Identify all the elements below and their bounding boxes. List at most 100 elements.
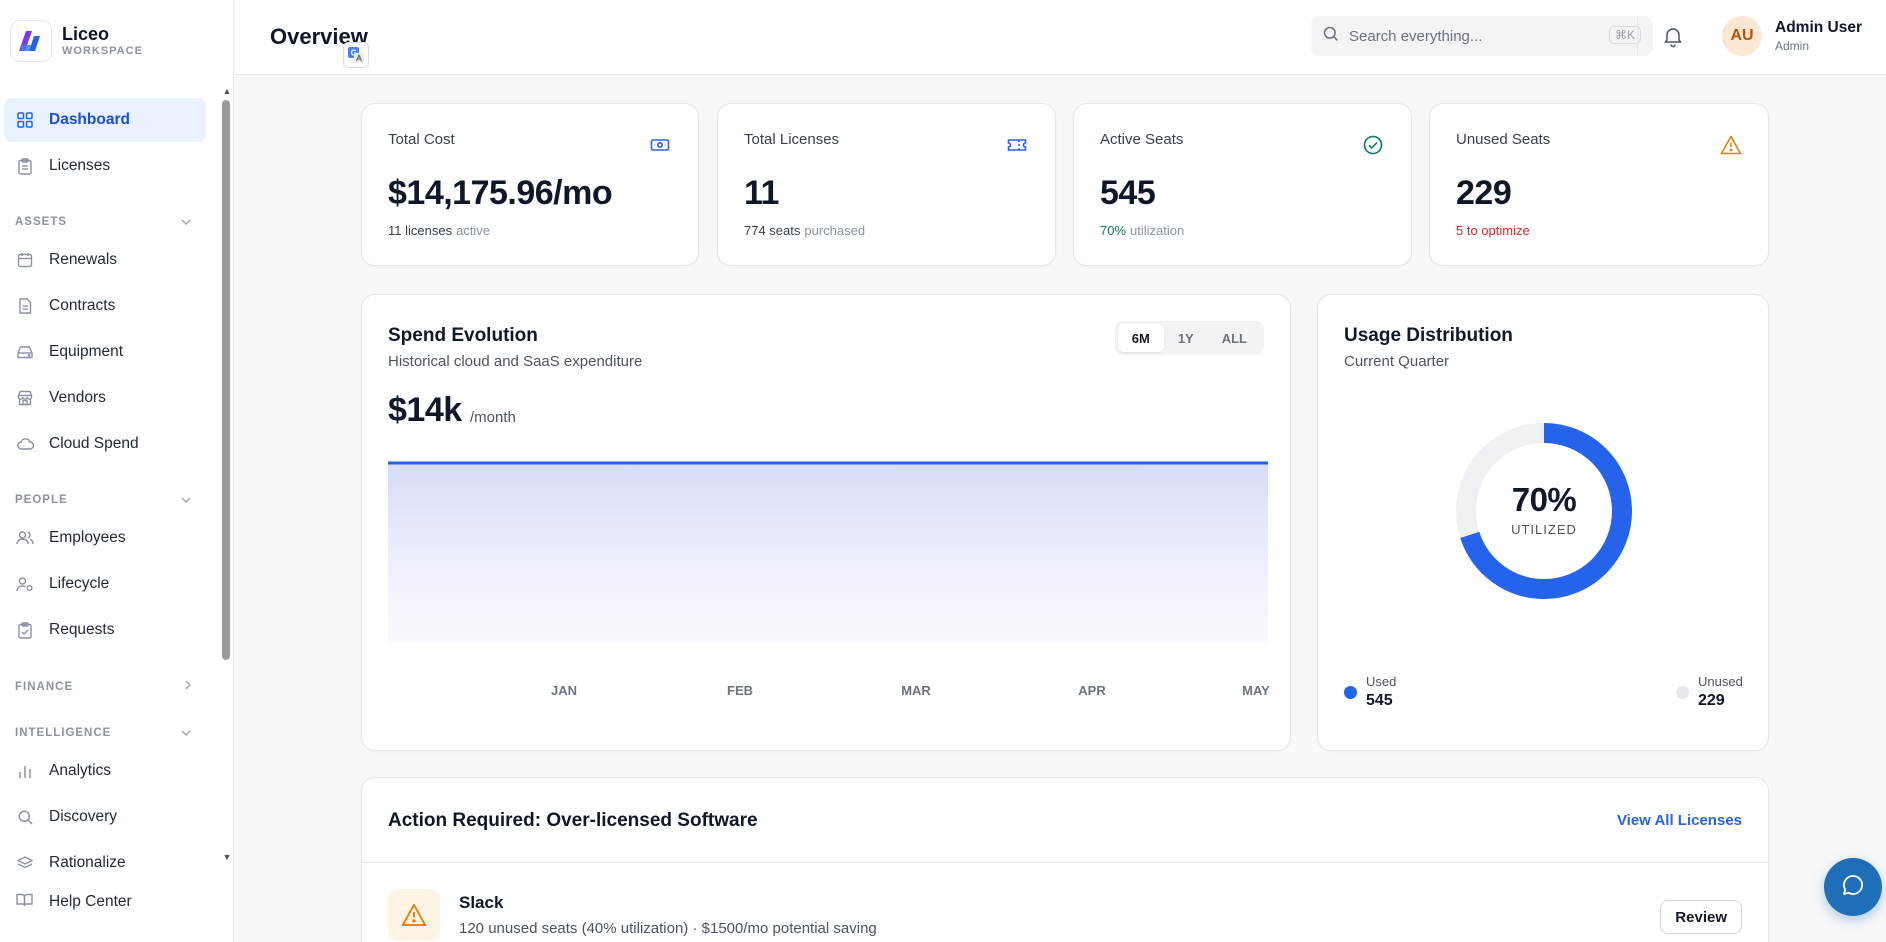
panel-subtitle: Current Quarter [1344, 353, 1450, 370]
stat-subtext: 5 to optimize [1456, 223, 1530, 238]
banknote-icon [650, 135, 670, 155]
stat-sub-alert: 5 to optimize [1456, 223, 1530, 238]
sidebar-item-label: Analytics [49, 762, 112, 779]
x-tick-label: MAR [901, 683, 931, 698]
stat-label: Total Cost [388, 131, 455, 148]
panel-subtitle: Historical cloud and SaaS expenditure [388, 353, 643, 370]
legend-unused-label: Unused [1698, 674, 1743, 689]
x-tick-label: JAN [551, 683, 577, 698]
stat-label: Active Seats [1100, 131, 1184, 148]
search-icon [16, 808, 34, 826]
stat-value: $14,175.96/mo [388, 174, 613, 212]
users-icon [16, 529, 34, 547]
sidebar-item-licenses[interactable]: Licenses [4, 144, 206, 188]
sidebar-item-discovery[interactable]: Discovery [4, 795, 206, 839]
legend-used-value: 545 [1366, 692, 1393, 709]
stat-subtext: 11 licenses active [388, 223, 490, 238]
panel-title: Action Required: Over-licensed Software [388, 810, 758, 831]
sidebar-item-equipment[interactable]: Equipment [4, 330, 206, 374]
brand-logo [10, 20, 52, 62]
stat-label: Unused Seats [1456, 131, 1551, 148]
calendar-icon [16, 251, 34, 269]
section-intelligence[interactable]: INTELLIGENCE [15, 727, 191, 739]
spend-evolution-card: Spend Evolution Historical cloud and Saa… [361, 294, 1291, 751]
translate-icon[interactable]: G [343, 42, 369, 68]
store-icon [16, 389, 34, 407]
sidebar-item-employees[interactable]: Employees [4, 516, 206, 560]
help-center-link[interactable]: Help Center [4, 880, 132, 924]
legend-unused-value: 229 [1698, 692, 1725, 709]
search-input[interactable] [1349, 27, 1569, 45]
spend-area-chart: JAN FEB MAR APR MAY [388, 461, 1270, 698]
user-role: Admin [1775, 39, 1810, 53]
chat-support-button[interactable] [1824, 858, 1882, 916]
sidebar-item-requests[interactable]: Requests [4, 608, 206, 652]
alert-triangle-icon [388, 889, 440, 941]
clipboard-icon [16, 157, 34, 175]
sidebar-item-label: Requests [49, 621, 115, 638]
legend-unused-dot [1676, 686, 1689, 699]
range-all-button[interactable]: ALL [1208, 324, 1261, 352]
brand[interactable]: Liceo WORKSPACE [10, 20, 143, 62]
stat-sub-strong: 11 licenses [388, 223, 453, 238]
sidebar-item-cloud-spend[interactable]: Cloud Spend [4, 422, 206, 466]
sidebar-item-renewals[interactable]: Renewals [4, 238, 206, 282]
range-6m-button[interactable]: 6M [1117, 324, 1164, 352]
brand-name: Liceo [62, 24, 110, 44]
section-label: INTELLIGENCE [15, 727, 112, 739]
stat-value: 229 [1456, 174, 1512, 212]
sidebar-item-contracts[interactable]: Contracts [4, 284, 206, 328]
sidebar-item-rationalize[interactable]: Rationalize [4, 841, 206, 870]
sidebar-item-lifecycle[interactable]: Lifecycle [4, 562, 206, 606]
chevron-down-icon [181, 494, 191, 506]
avatar[interactable]: AU [1722, 16, 1762, 56]
sidebar-scrollbar-thumb[interactable] [222, 100, 230, 660]
stat-card-total-cost: Total Cost $14,175.96/mo 11 licenses acti… [361, 103, 699, 266]
section-label: FINANCE [15, 680, 74, 693]
user-name[interactable]: Admin User [1775, 19, 1862, 37]
section-people[interactable]: PEOPLE [15, 494, 191, 506]
check-circle-icon [1363, 135, 1383, 155]
panel-title: Spend Evolution [388, 325, 538, 346]
clipboard-check-icon [16, 621, 34, 639]
sidebar-item-analytics[interactable]: Analytics [4, 749, 206, 793]
cloud-icon [16, 435, 34, 453]
scrollbar-up-arrow[interactable]: ▲ [222, 86, 232, 96]
software-name: Slack [459, 893, 504, 912]
spend-amount: $14k [388, 391, 462, 429]
layers-icon [16, 854, 34, 870]
spend-unit: /month [470, 409, 516, 426]
stat-sub-muted: purchased [804, 223, 866, 238]
review-button[interactable]: Review [1660, 900, 1742, 934]
stat-subtext: 774 seats purchased [744, 223, 865, 238]
section-assets[interactable]: ASSETS [15, 216, 191, 228]
document-icon [16, 297, 34, 315]
sidebar-item-dashboard[interactable]: Dashboard [4, 98, 206, 142]
section-label: PEOPLE [15, 494, 68, 506]
sidebar-item-vendors[interactable]: Vendors [4, 376, 206, 420]
help-center-label: Help Center [49, 893, 132, 910]
sidebar-item-label: Discovery [49, 808, 118, 825]
x-tick-label: APR [1078, 683, 1106, 698]
search-bar[interactable]: ⌘K [1311, 16, 1653, 56]
x-tick-label: MAY [1242, 683, 1270, 698]
stat-label: Total Licenses [744, 131, 840, 148]
stat-card-unused-seats: Unused Seats 229 5 to optimize [1429, 103, 1769, 266]
usage-distribution-card: Usage Distribution Current Quarter 70% U… [1317, 294, 1769, 751]
hard-drive-icon [16, 343, 34, 361]
section-finance[interactable]: FINANCE [15, 680, 191, 693]
stat-subtext: 70% utilization [1100, 223, 1184, 238]
bell-icon[interactable] [1661, 24, 1685, 48]
stat-sub-strong: 774 seats [744, 223, 801, 238]
sidebar-item-label: Vendors [49, 389, 106, 406]
sidebar-item-label: Employees [49, 529, 126, 546]
sidebar-item-label: Renewals [49, 251, 118, 268]
panel-title: Usage Distribution [1344, 325, 1513, 346]
sidebar-item-label: Lifecycle [49, 575, 110, 592]
software-description: 120 unused seats (40% utilization) · $15… [459, 920, 877, 937]
view-all-licenses-link[interactable]: View All Licenses [1617, 812, 1742, 829]
donut-caption: UTILIZED [1511, 522, 1577, 537]
range-1y-button[interactable]: 1Y [1164, 324, 1208, 352]
scrollbar-down-arrow[interactable]: ▼ [222, 852, 232, 862]
bar-chart-icon [16, 762, 34, 780]
